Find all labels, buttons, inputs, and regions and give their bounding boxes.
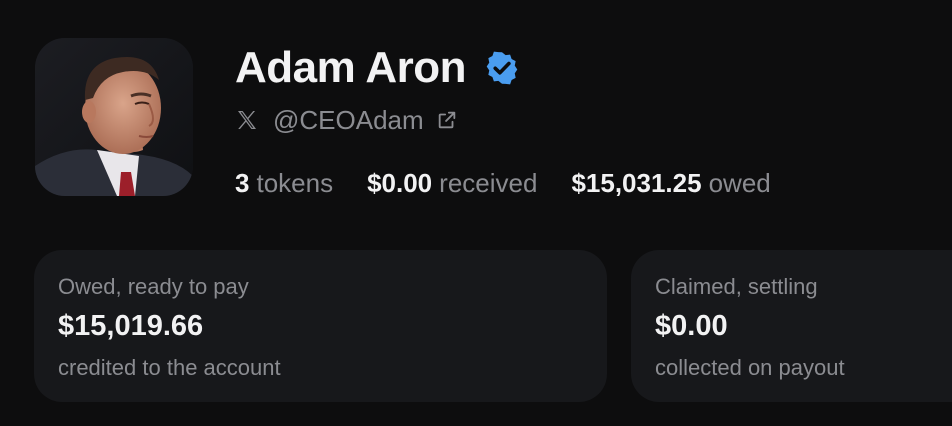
stat-owed: $15,031.25 owed xyxy=(571,168,770,199)
stat-value: $15,031.25 xyxy=(571,167,702,198)
owed-ready-card: Owed, ready to pay $15,019.66 credited t… xyxy=(34,250,607,402)
card-value: $15,019.66 xyxy=(58,310,204,342)
handle-text: @CEOAdam xyxy=(273,104,424,135)
stat-value: 3 xyxy=(235,167,250,198)
profile-name: Adam Aron xyxy=(235,43,467,92)
card-subtext: collected on payout xyxy=(655,355,845,380)
profile-stats: 3 tokens $0.00 received $15,031.25 owed xyxy=(235,164,771,202)
card-value: $0.00 xyxy=(655,310,728,342)
x-logo-icon xyxy=(238,111,256,129)
stat-label: received xyxy=(439,167,538,198)
card-label: Owed, ready to pay xyxy=(58,274,249,299)
stat-label: tokens xyxy=(256,167,334,198)
card-subtext: credited to the account xyxy=(58,355,281,380)
avatar-photo xyxy=(35,38,193,196)
verified-badge-icon xyxy=(486,51,518,85)
stat-label: owed xyxy=(708,167,771,198)
social-handle-link[interactable]: @CEOAdam xyxy=(235,102,458,138)
external-link-icon xyxy=(438,111,455,129)
avatar xyxy=(35,38,193,196)
profile-header: Adam Aron xyxy=(235,40,520,96)
stat-tokens: 3 tokens xyxy=(235,168,333,199)
stat-received: $0.00 received xyxy=(367,168,537,199)
card-label: Claimed, settling xyxy=(655,274,818,299)
claimed-settling-card: Claimed, settling $0.00 collected on pay… xyxy=(631,250,952,402)
stat-value: $0.00 xyxy=(367,167,433,198)
